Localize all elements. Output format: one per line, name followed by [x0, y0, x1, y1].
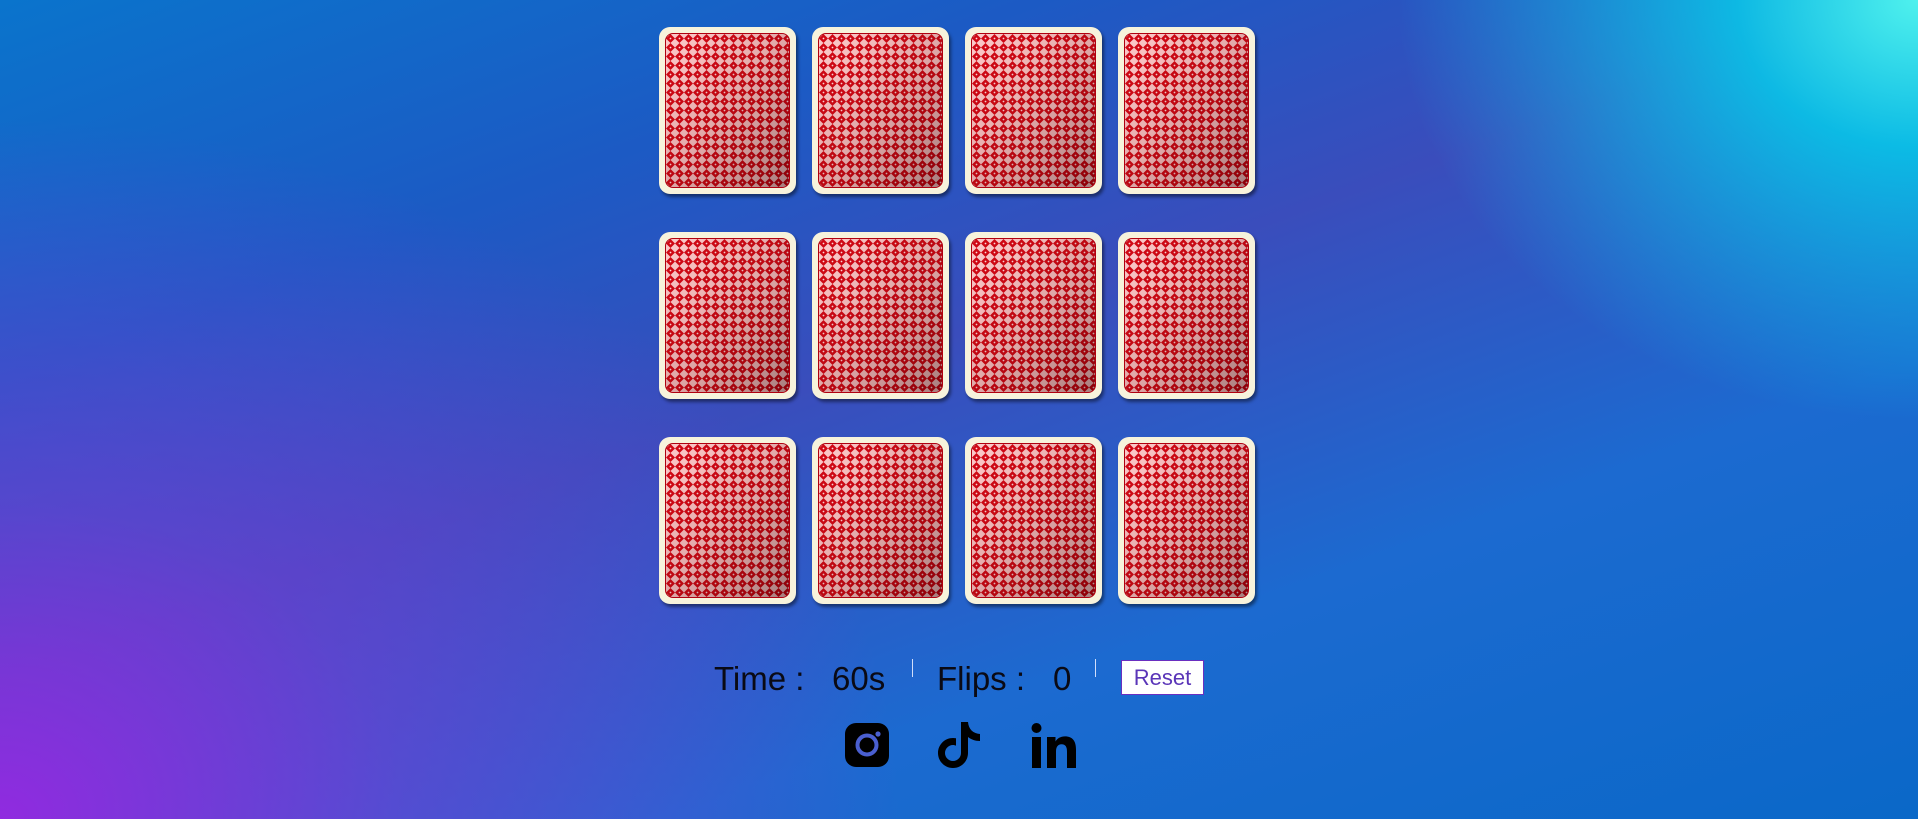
flips-label: Flips : — [937, 660, 1026, 697]
diamond-pattern-icon — [1125, 444, 1248, 597]
diamond-pattern-icon — [819, 239, 942, 392]
time-label: Time : — [714, 660, 805, 697]
memory-card[interactable] — [659, 27, 796, 194]
time-value: 60s — [832, 660, 886, 697]
memory-card[interactable] — [965, 27, 1102, 194]
card-grid — [659, 27, 1259, 607]
card-back-pattern — [818, 443, 943, 598]
memory-card[interactable] — [812, 437, 949, 604]
card-back-pattern — [971, 238, 1096, 393]
reset-button[interactable]: Reset — [1121, 660, 1204, 695]
card-back-pattern — [1124, 33, 1249, 188]
memory-card[interactable] — [812, 232, 949, 399]
diamond-pattern-icon — [972, 239, 1095, 392]
card-back-pattern — [971, 443, 1096, 598]
linkedin-icon — [1031, 723, 1076, 768]
card-back-pattern — [665, 33, 790, 188]
diamond-pattern-icon — [972, 444, 1095, 597]
card-back-pattern — [1124, 443, 1249, 598]
card-back-pattern — [665, 238, 790, 393]
stat-divider — [1095, 659, 1096, 677]
tiktok-link[interactable] — [935, 720, 983, 770]
diamond-pattern-icon — [666, 444, 789, 597]
flips-value: 0 — [1053, 660, 1072, 697]
linkedin-link[interactable] — [1030, 720, 1078, 770]
memory-card[interactable] — [659, 232, 796, 399]
memory-card[interactable] — [1118, 232, 1255, 399]
diamond-pattern-icon — [666, 239, 789, 392]
memory-card[interactable] — [965, 232, 1102, 399]
memory-card[interactable] — [1118, 437, 1255, 604]
game-status-bar: Time : 60s Flips : 0 Reset — [0, 655, 1918, 699]
instagram-icon — [845, 723, 889, 767]
instagram-link[interactable] — [843, 720, 891, 770]
tiktok-icon — [938, 722, 980, 768]
diamond-pattern-icon — [666, 34, 789, 187]
diamond-pattern-icon — [819, 34, 942, 187]
card-back-pattern — [1124, 238, 1249, 393]
memory-card[interactable] — [812, 27, 949, 194]
diamond-pattern-icon — [972, 34, 1095, 187]
card-back-pattern — [971, 33, 1096, 188]
memory-card[interactable] — [659, 437, 796, 604]
card-back-pattern — [818, 238, 943, 393]
memory-card[interactable] — [965, 437, 1102, 604]
memory-game-page: { "game": { "cards": [ {"id": 1, "state"… — [0, 0, 1918, 819]
social-links — [0, 720, 1918, 770]
diamond-pattern-icon — [1125, 239, 1248, 392]
diamond-pattern-icon — [819, 444, 942, 597]
card-back-pattern — [818, 33, 943, 188]
diamond-pattern-icon — [1125, 34, 1248, 187]
card-back-pattern — [665, 443, 790, 598]
stat-divider — [912, 659, 913, 677]
memory-card[interactable] — [1118, 27, 1255, 194]
